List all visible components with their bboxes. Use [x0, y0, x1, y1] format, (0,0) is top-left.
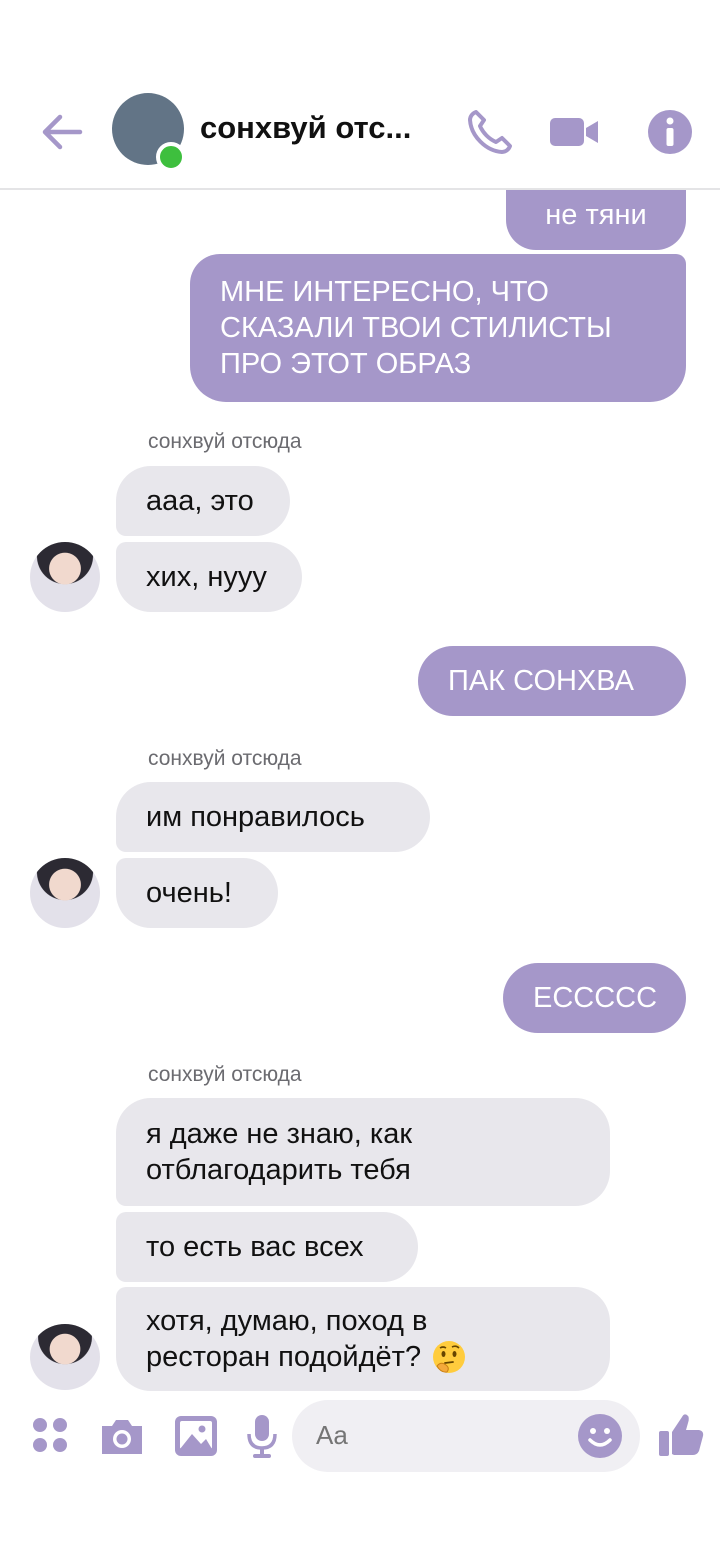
chat-screen: сонхвуй отс... не тяни МНЕ ИНТЕРЕСНО, ЧТ… — [0, 0, 720, 1560]
message-input-container[interactable] — [292, 1400, 640, 1472]
emoji-icon[interactable] — [576, 1412, 624, 1460]
message-text: ааа, это — [146, 485, 254, 517]
sender-name: сонхвуй отсюда — [148, 430, 302, 453]
message-text-line: МНЕ ИНТЕРЕСНО, ЧТО — [220, 276, 549, 308]
contact-name[interactable]: сонхвуй отс... — [200, 110, 411, 146]
message-text: не тяни — [545, 199, 647, 231]
apps-icon[interactable] — [26, 1412, 74, 1460]
message-text: то есть вас всех — [146, 1231, 364, 1263]
thumbs-up-icon[interactable] — [656, 1410, 706, 1460]
message-bubble-incoming[interactable]: то есть вас всех — [116, 1212, 418, 1282]
message-text: хих, нууу — [146, 561, 267, 593]
message-text-line: отблагодарить тебя — [146, 1154, 411, 1186]
sender-avatar[interactable] — [30, 542, 100, 612]
thinking-face-icon — [431, 1339, 467, 1375]
message-text-line-with-emoji: ресторан подойдёт? — [146, 1339, 467, 1375]
sender-avatar[interactable] — [30, 858, 100, 928]
message-bubble-incoming[interactable]: очень! — [116, 858, 278, 928]
camera-icon[interactable] — [98, 1412, 146, 1460]
message-text-line: СКАЗАЛИ ТВОИ СТИЛИСТЫ — [220, 312, 612, 344]
message-bubble-outgoing[interactable]: МНЕ ИНТЕРЕСНО, ЧТО СКАЗАЛИ ТВОИ СТИЛИСТЫ… — [190, 254, 686, 402]
video-call-icon[interactable] — [548, 106, 600, 158]
chat-header: сонхвуй отс... — [0, 70, 720, 190]
message-bubble-incoming[interactable]: я даже не знаю, как отблагодарить тебя — [116, 1098, 610, 1206]
phone-icon[interactable] — [464, 106, 516, 158]
message-text-line: я даже не знаю, как — [146, 1118, 413, 1150]
message-bubble-incoming[interactable]: хих, нууу — [116, 542, 302, 612]
sender-name: сонхвуй отсюда — [148, 1063, 302, 1086]
message-text: им понравилось — [146, 801, 365, 833]
message-bubble-incoming[interactable]: ааа, это — [116, 466, 290, 536]
message-text-line: ресторан подойдёт? — [146, 1341, 422, 1373]
message-bubble-incoming[interactable]: им понравилось — [116, 782, 430, 852]
sender-name: сонхвуй отсюда — [148, 747, 302, 770]
message-input[interactable] — [316, 1420, 556, 1451]
message-text: ПАК СОНХВА — [448, 665, 635, 697]
message-text: очень! — [146, 877, 232, 909]
message-text-line: ПРО ЭТОТ ОБРАЗ — [220, 348, 472, 380]
message-bubble-outgoing[interactable]: не тяни — [506, 180, 686, 250]
message-bubble-outgoing[interactable]: ПАК СОНХВА — [418, 646, 686, 716]
microphone-icon[interactable] — [238, 1412, 286, 1460]
message-bubble-incoming[interactable]: хотя, думаю, поход в ресторан подойдёт? — [116, 1287, 610, 1391]
info-icon[interactable] — [644, 106, 696, 158]
message-bubble-outgoing[interactable]: ЕССССС — [503, 963, 686, 1033]
online-status-indicator — [156, 142, 186, 172]
image-icon[interactable] — [172, 1412, 220, 1460]
message-text-line: хотя, думаю, поход в — [146, 1305, 428, 1337]
sender-avatar[interactable] — [30, 1324, 100, 1390]
back-arrow-icon[interactable] — [36, 106, 88, 158]
message-text: ЕССССС — [533, 982, 658, 1014]
message-composer — [0, 1400, 720, 1480]
